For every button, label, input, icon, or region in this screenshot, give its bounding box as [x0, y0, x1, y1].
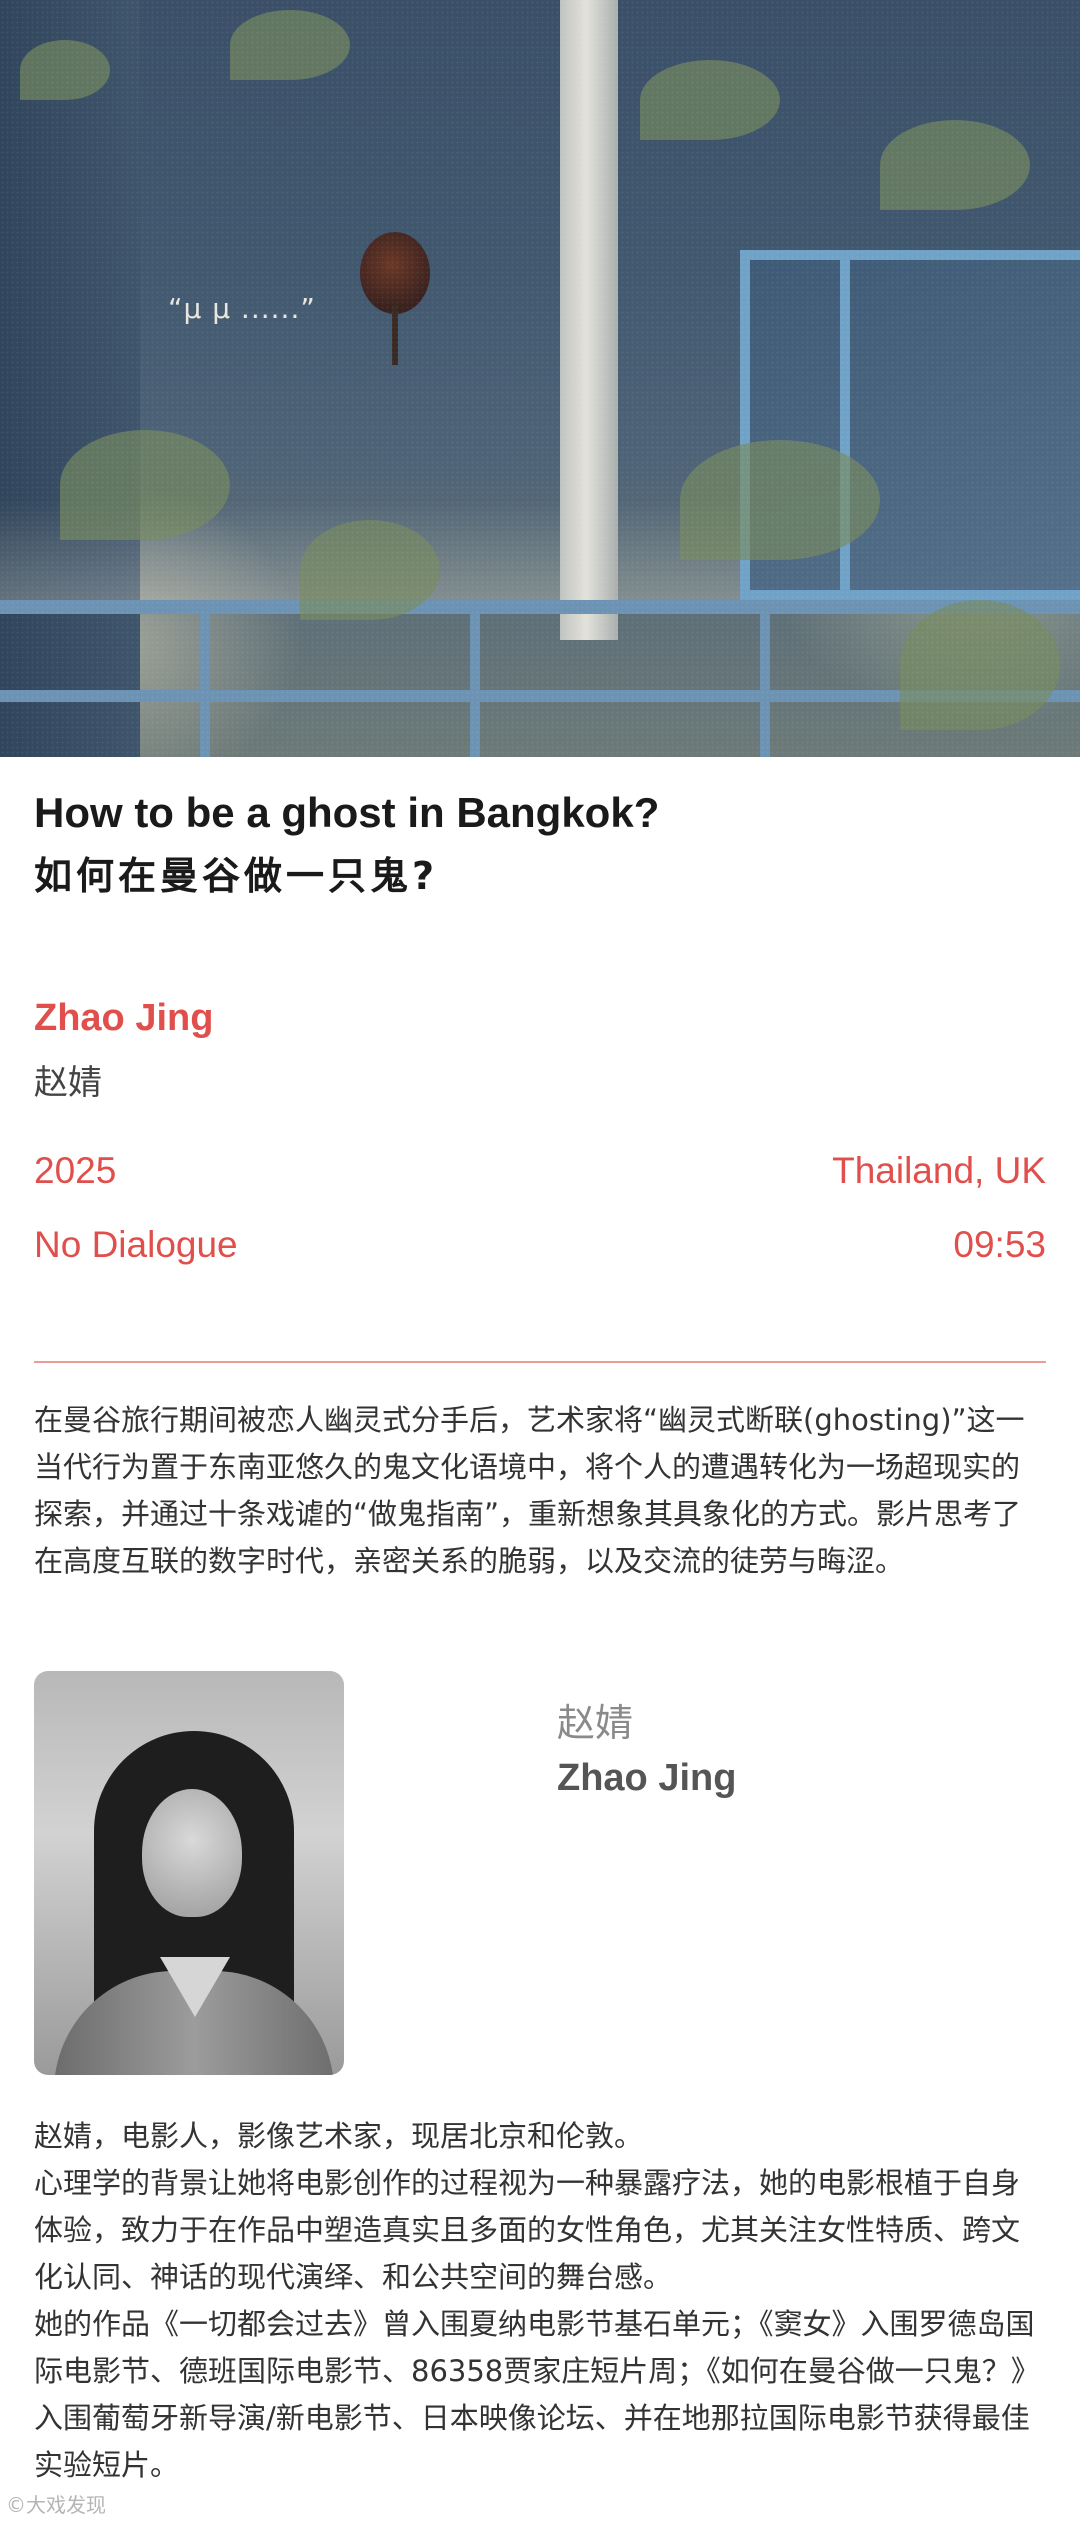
director-bio: 赵婧，电影人，影像艺术家，现居北京和伦敦。 心理学的背景让她将电影创作的过程视为… [34, 2113, 1046, 2489]
section-divider [34, 1361, 1046, 1363]
still-film-grain [0, 0, 1080, 757]
film-still-image: “μ μ ......” [0, 0, 1080, 757]
film-title-en: How to be a ghost in Bangkok? [34, 789, 660, 836]
card-director-name-zh: 赵婧 [557, 1701, 634, 1745]
film-synopsis: 在曼谷旅行期间被恋人幽灵式分手后，艺术家将“幽灵式断联(ghosting)”这一… [34, 1403, 1025, 1578]
film-year: 2025 [34, 1150, 117, 1191]
film-title-zh: 如何在曼谷做一只鬼? [34, 854, 439, 898]
watermark: ©大戏发现 [6, 2493, 106, 2517]
still-subtitle: “μ μ ......” [168, 292, 316, 325]
card-director-name-en: Zhao Jing [557, 1757, 737, 1799]
bio-paragraph: 赵婧，电影人，影像艺术家，现居北京和伦敦。 [34, 2119, 644, 2153]
bio-paragraph: 心理学的背景让她将电影创作的过程视为一种暴露疗法，她的电影根植于自身体验，致力于… [34, 2166, 1021, 2294]
film-dialogue: No Dialogue [34, 1224, 238, 1265]
film-runtime: 09:53 [953, 1224, 1046, 1265]
director-name-en: Zhao Jing [34, 997, 214, 1039]
bio-paragraph: 她的作品《一切都会过去》曾入围夏纳电影节基石单元；《窦女》入围罗德岛国际电影节、… [34, 2307, 1040, 2482]
director-name-zh: 赵婧 [34, 1063, 102, 1103]
portrait-face [142, 1789, 242, 1917]
director-portrait [34, 1671, 344, 2075]
film-country: Thailand, UK [832, 1150, 1046, 1191]
